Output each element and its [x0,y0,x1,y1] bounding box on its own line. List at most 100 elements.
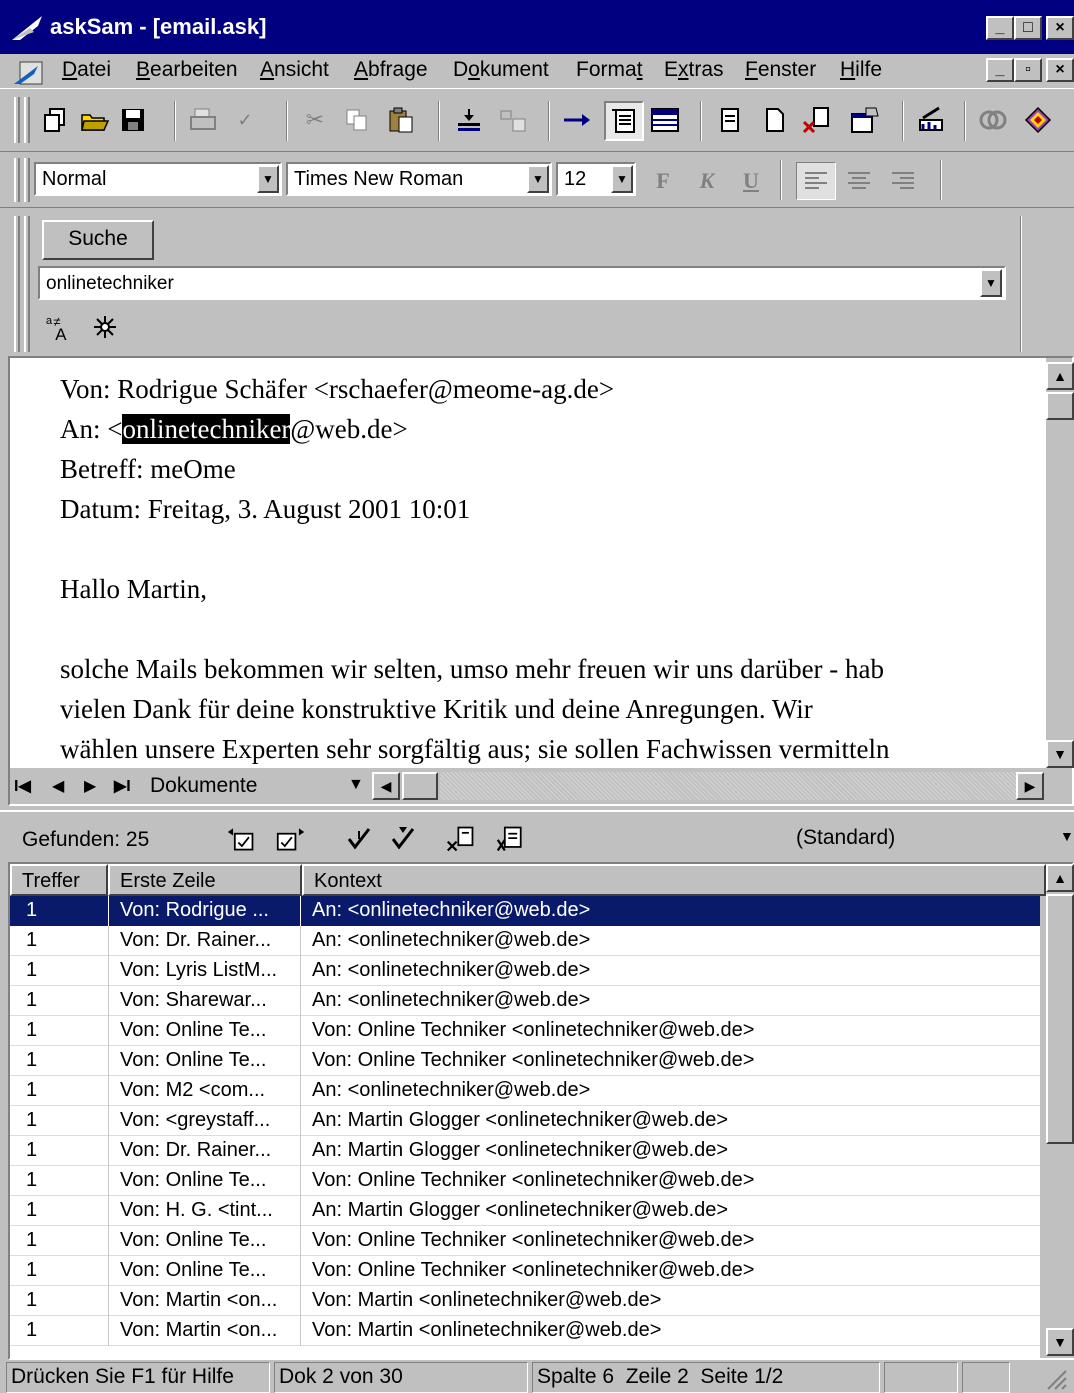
scroll-thumb[interactable] [1046,894,1074,1144]
table-row[interactable]: 1 Von: Dr. Rainer... An: <onlinetechniker@… [10,926,1040,956]
hscroll-thumb[interactable] [402,772,438,800]
status-position: Spalte 6 Zeile 2 Seite 1/2 [532,1362,880,1393]
table-row[interactable]: 1 Von: Online Te... Von: Online Techniker … [10,1046,1040,1076]
style-select[interactable]: Normal ▼ [34,162,282,196]
view-select[interactable]: (Standard) ▼ [790,822,1074,856]
table-row[interactable]: 1 Von: Online Te... Von: Online Techniker … [10,1016,1040,1046]
first-doc-icon[interactable]: I◀ [14,776,31,796]
table-row-selected[interactable]: 1 Von: Rodrigue ... An: <onlinetechniker@w… [10,896,1040,926]
menu-ansicht[interactable]: Ansicht [260,58,329,82]
arrow-right-icon[interactable] [562,105,592,135]
check-icon[interactable] [344,824,374,854]
scroll-down-icon[interactable]: ▼ [1046,740,1074,768]
mark-next-icon[interactable] [276,824,306,854]
properties-icon[interactable] [850,105,880,135]
chevron-down-icon[interactable]: ▼ [611,165,633,193]
report-icon[interactable] [916,105,946,135]
table-row[interactable]: 1 Von: Online Te... Von: Online Techniker … [10,1166,1040,1196]
document-scrollbar[interactable]: ▲ ▼ [1046,362,1074,768]
cell-erste-zeile: Von: Online Te... [120,1049,267,1071]
table-row[interactable]: 1 Von: H. G. <tint... An: Martin Glogger <… [10,1196,1040,1226]
table-row[interactable]: 1 Von: Online Te... Von: Online Techniker … [10,1226,1040,1256]
delete-hit-icon[interactable] [446,824,476,854]
document-view-icon[interactable] [604,101,644,141]
font-size-value: 12 [564,168,587,190]
font-select[interactable]: Times New Roman ▼ [286,162,552,196]
menu-extras[interactable]: Extras [664,58,724,82]
case-sensitive-icon[interactable]: a ≠ A [44,312,74,342]
horizontal-scrollbar[interactable] [440,772,1016,800]
toolbar-grip[interactable] [24,158,30,202]
resize-grip-icon[interactable] [1012,1362,1072,1393]
book-icon[interactable] [1022,105,1052,135]
open-folder-icon[interactable] [80,105,110,135]
results-list[interactable]: 1 Von: Rodrigue ... An: <onlinetechniker@w… [10,896,1040,1358]
document-view[interactable]: Von: Rodrigue Schäfer <rschaefer@meome-a… [10,358,1046,768]
fuzzy-search-icon[interactable] [90,312,120,342]
table-row[interactable]: 1 Von: Sharewar... An: <onlinetechniker@we… [10,986,1040,1016]
scroll-up-icon[interactable]: ▲ [1046,864,1074,892]
export-hits-icon[interactable] [496,824,526,854]
chevron-down-icon[interactable]: ▼ [257,165,279,193]
paste-icon[interactable] [386,105,416,135]
doc-close-button[interactable]: × [1046,58,1074,82]
toolbar-grip[interactable] [14,158,20,202]
font-size-select[interactable]: 12 ▼ [556,162,636,196]
col-header-treffer[interactable]: Treffer [10,864,108,896]
chevron-down-icon[interactable]: ▼ [527,165,549,193]
table-row[interactable]: 1 Von: Martin <on... Von: Martin <onlinete… [10,1316,1040,1346]
last-doc-icon[interactable]: ▶I [114,776,131,796]
table-row[interactable]: 1 Von: Lyris ListM... An: <onlinetechniker… [10,956,1040,986]
scroll-left-icon[interactable]: ◀ [372,772,400,800]
table-row[interactable]: 1 Von: <greystaff... An: Martin Glogger <o… [10,1106,1040,1136]
table-row[interactable]: 1 Von: Online Te... Von: Online Techniker … [10,1256,1040,1286]
close-button[interactable]: × [1046,16,1074,40]
scroll-thumb[interactable] [1046,392,1074,420]
menu-format[interactable]: Format [576,58,643,82]
menu-bearbeiten[interactable]: Bearbeiten [136,58,238,82]
check-down-icon[interactable] [388,824,418,854]
table-view-icon[interactable] [650,105,680,135]
toolbar-grip[interactable] [14,216,20,352]
mark-prev-icon[interactable] [226,824,256,854]
search-button[interactable]: Suche [42,220,154,260]
col-header-kontext[interactable]: Kontext [302,864,1046,896]
menu-abfrage[interactable]: Abfrage [354,58,428,82]
toolbar-grip[interactable] [24,216,30,352]
menu-dokument[interactable]: Dokument [453,58,549,82]
new-icon[interactable] [40,105,70,135]
blank-page-icon[interactable] [760,105,790,135]
delete-doc-icon[interactable] [802,105,832,135]
search-hit-highlight: onlinetechniker [122,414,291,444]
search-input[interactable]: onlinetechniker ▼ [38,266,1006,300]
next-doc-icon[interactable]: ▶ [84,776,96,796]
table-row[interactable]: 1 Von: M2 <com... An: <onlinetechniker@web… [10,1076,1040,1106]
doc-minimize-button[interactable]: _ [986,58,1014,82]
menu-datei[interactable]: Datei [62,58,111,82]
doc-restore-button[interactable]: ▫ [1014,58,1042,82]
scroll-up-icon[interactable]: ▲ [1046,362,1074,390]
chevron-down-icon[interactable]: ▼ [980,269,1002,297]
menu-hilfe[interactable]: Hilfe [840,58,882,82]
table-row[interactable]: 1 Von: Dr. Rainer... An: Martin Glogger <o… [10,1136,1040,1166]
column-divider [300,1226,301,1256]
cell-treffer: 1 [26,899,38,921]
prev-doc-icon[interactable]: ◀ [52,776,64,796]
toolbar-grip[interactable] [14,97,20,143]
minimize-button[interactable]: _ [986,16,1014,40]
scroll-down-icon[interactable]: ▼ [1046,1328,1074,1356]
chevron-down-icon[interactable]: ▼ [348,776,364,794]
results-scrollbar[interactable]: ▲ ▼ [1046,864,1074,1358]
toolbar-grip[interactable] [24,97,30,143]
menu-fenster[interactable]: Fenster [745,58,816,82]
scroll-right-icon[interactable]: ▶ [1016,772,1044,800]
chevron-down-icon[interactable]: ▼ [1060,828,1074,844]
view-select-value: (Standard) [796,826,896,849]
maximize-button[interactable]: □ [1014,16,1042,40]
table-row[interactable]: 1 Von: Martin <on... Von: Martin <onlinete… [10,1286,1040,1316]
insert-icon[interactable] [454,105,484,135]
document-window-icon[interactable] [12,60,46,86]
save-icon[interactable] [118,105,148,135]
col-header-erste-zeile[interactable]: Erste Zeile [108,864,302,896]
page-icon[interactable] [716,105,746,135]
